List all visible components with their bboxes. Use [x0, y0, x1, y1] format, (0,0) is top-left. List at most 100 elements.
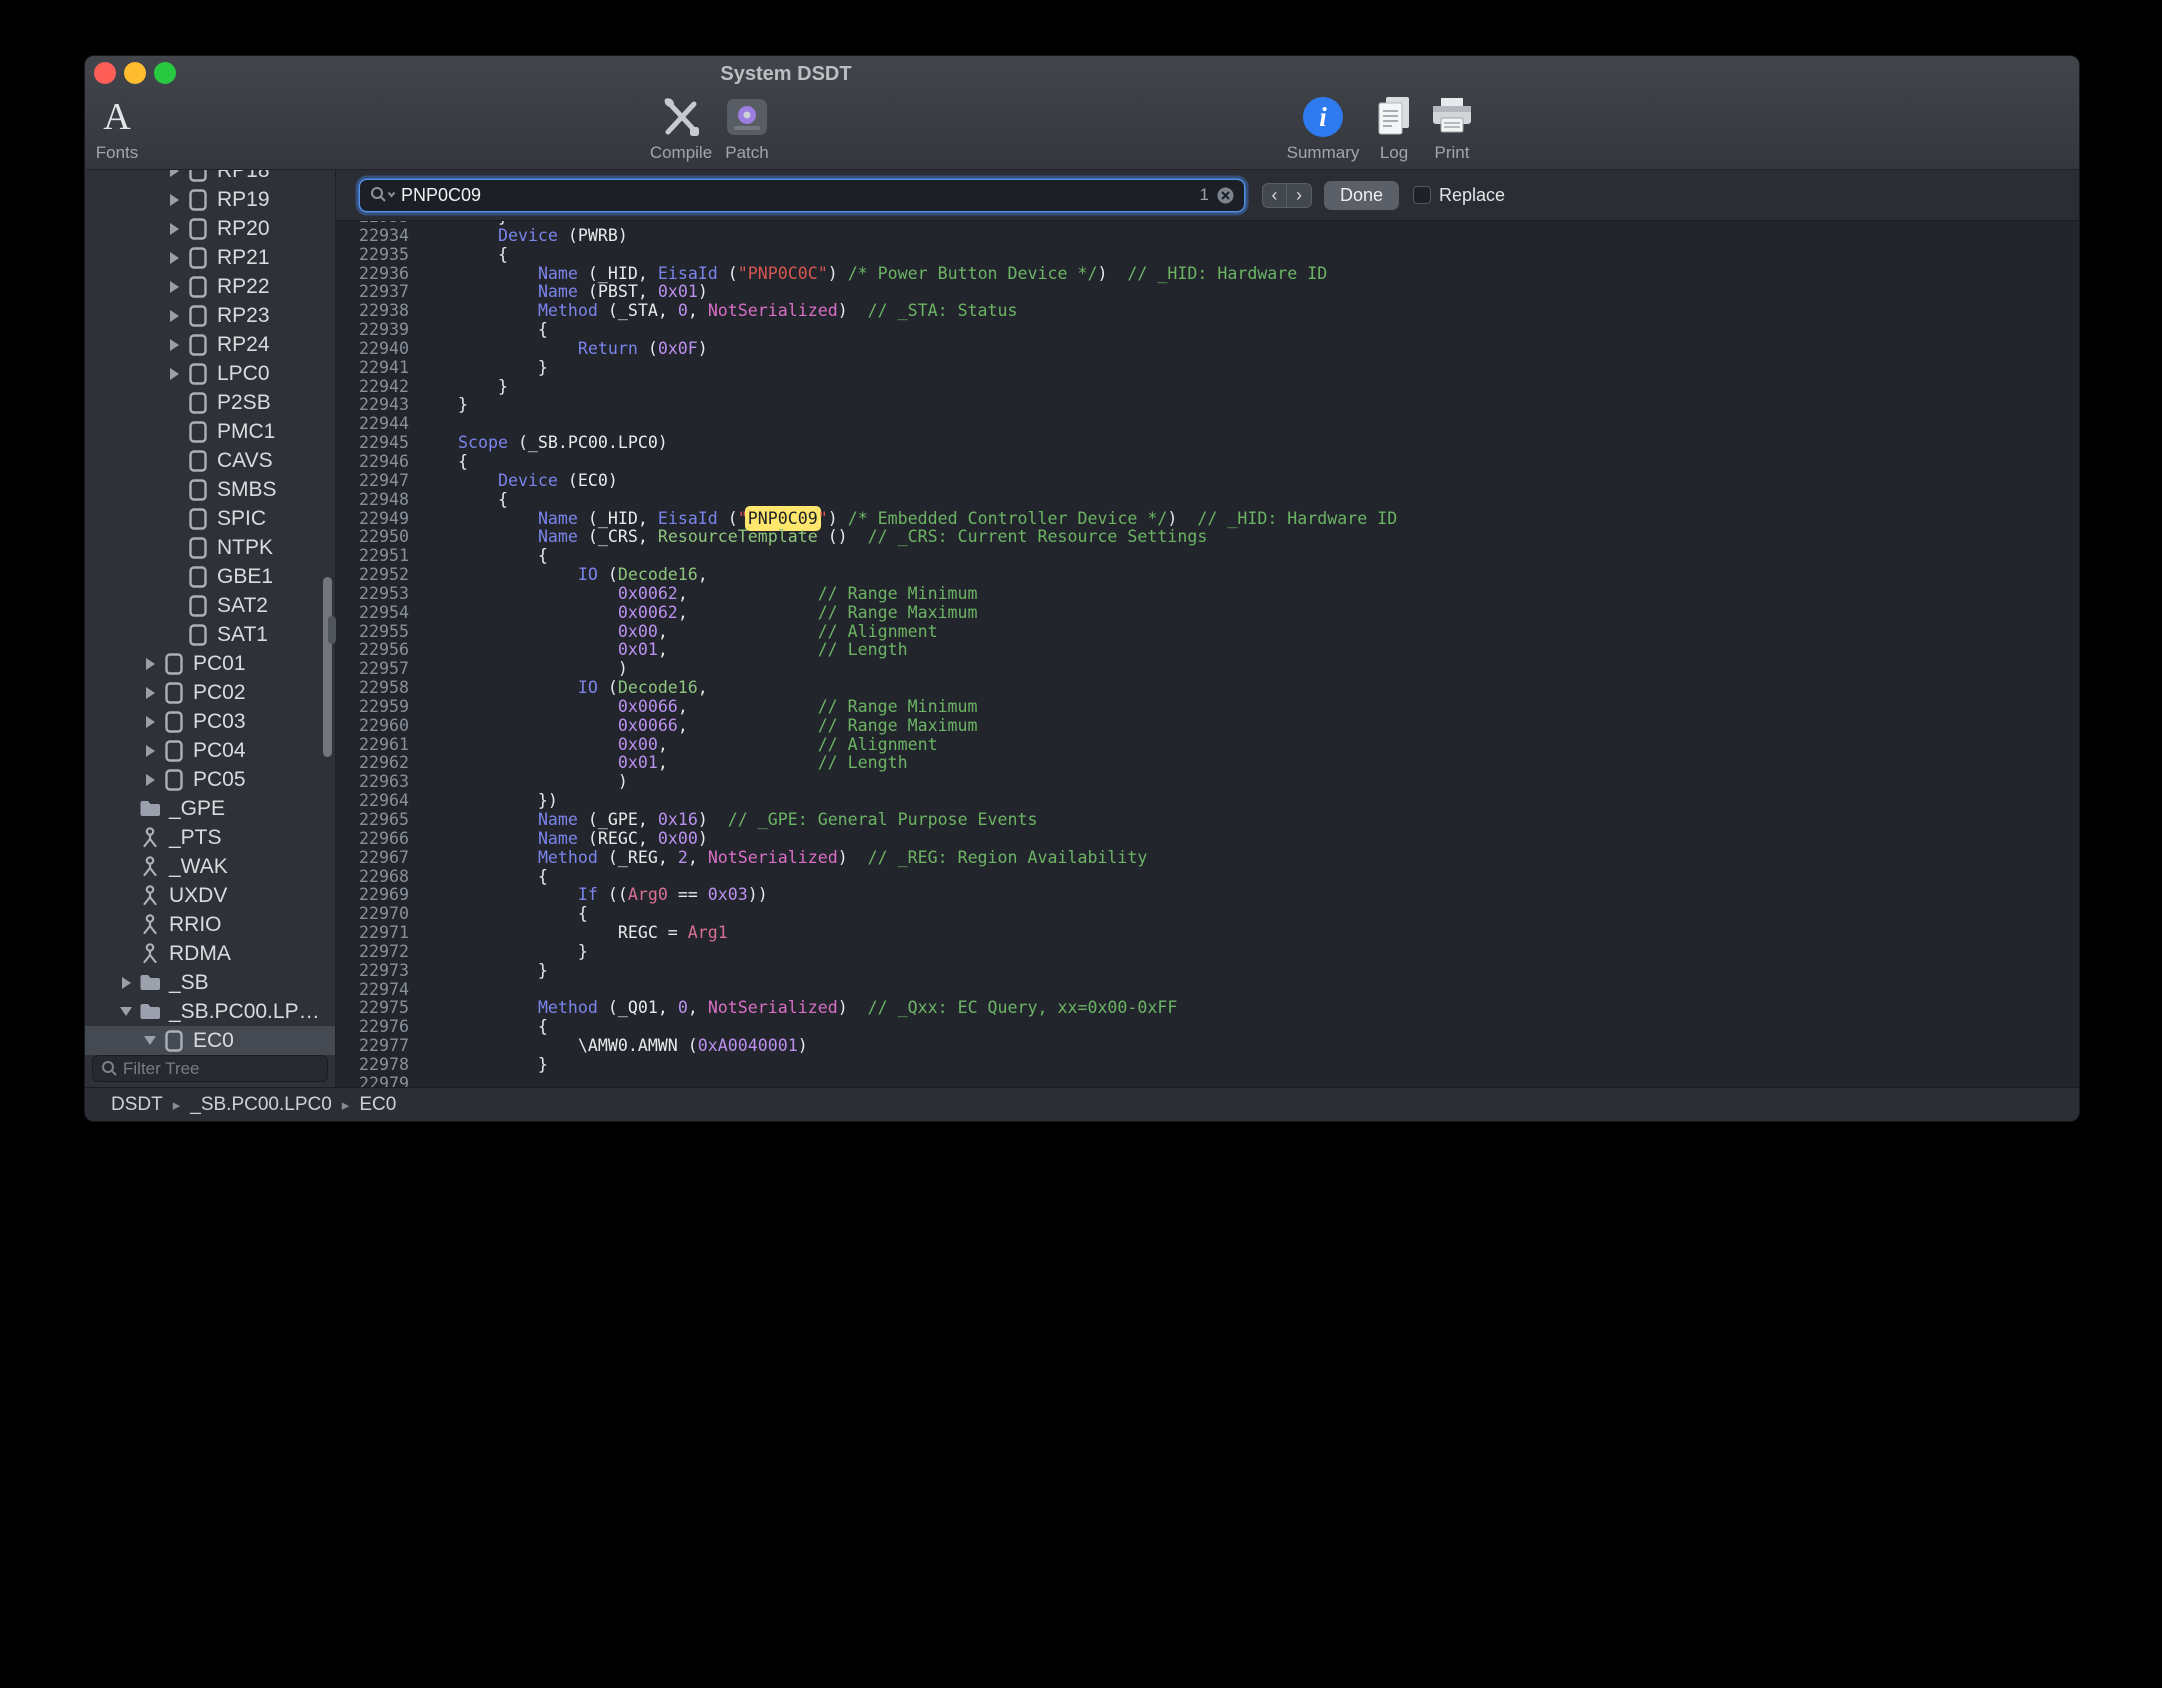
tree-item-RP19[interactable]: RP19: [85, 185, 335, 214]
disclosure-right-icon[interactable]: [139, 740, 161, 762]
tree-item-_PTS[interactable]: _PTS: [85, 823, 335, 852]
code-line: 22975 Method (_Q01, 0, NotSerialized) //…: [336, 999, 2079, 1018]
tree-item-_WAK[interactable]: _WAK: [85, 852, 335, 881]
disclosure-right-icon[interactable]: [163, 363, 185, 385]
minimize-button[interactable]: [124, 62, 146, 84]
tree-item-label: RP20: [217, 217, 270, 241]
disclosure-right-icon[interactable]: [163, 247, 185, 269]
line-number: 22961: [336, 736, 409, 755]
close-button[interactable]: [94, 62, 116, 84]
find-next-button[interactable]: ›: [1287, 183, 1312, 208]
disclosure-right-icon[interactable]: [139, 682, 161, 704]
tree-item-PC04[interactable]: PC04: [85, 736, 335, 765]
tree-item-_SB[interactable]: _SB: [85, 968, 335, 997]
code-text: [409, 981, 458, 1000]
code-line: 22973 }: [336, 962, 2079, 981]
code-editor[interactable]: 22933 }22934 Device (PWRB)22935 {22936 N…: [336, 221, 2079, 1087]
code-text: [409, 1075, 458, 1087]
search-menu-icon[interactable]: [369, 186, 396, 204]
code-line: 22976 {: [336, 1018, 2079, 1037]
tree-item-NTPK[interactable]: NTPK: [85, 533, 335, 562]
find-previous-button[interactable]: ‹: [1262, 183, 1287, 208]
disclosure-right-icon[interactable]: [163, 170, 185, 182]
tree-item-SAT2[interactable]: SAT2: [85, 591, 335, 620]
tree-item-PC05[interactable]: PC05: [85, 765, 335, 794]
tree-item-RP24[interactable]: RP24: [85, 330, 335, 359]
disclosure-right-icon[interactable]: [139, 711, 161, 733]
patch-button[interactable]: Patch: [715, 92, 779, 163]
window-title: System DSDT: [636, 56, 936, 92]
log-button[interactable]: Log: [1362, 92, 1426, 163]
disclosure-right-icon[interactable]: [139, 769, 161, 791]
tree-item-PC03[interactable]: PC03: [85, 707, 335, 736]
disclosure-spacer: [115, 798, 137, 820]
tree-item-RP21[interactable]: RP21: [85, 243, 335, 272]
code-text: {: [409, 491, 508, 510]
print-button[interactable]: Print: [1420, 92, 1484, 163]
tree-item-RRIO[interactable]: RRIO: [85, 910, 335, 939]
tree-item-label: P2SB: [217, 391, 271, 415]
replace-checkbox[interactable]: [1413, 186, 1431, 204]
disclosure-spacer: [163, 450, 185, 472]
disclosure-right-icon[interactable]: [139, 653, 161, 675]
clear-search-button[interactable]: [1216, 186, 1235, 205]
doc-icon: [185, 536, 211, 560]
disclosure-right-icon[interactable]: [163, 305, 185, 327]
tree-item-RP23[interactable]: RP23: [85, 301, 335, 330]
disclosure-spacer: [163, 566, 185, 588]
code-text: ): [409, 773, 628, 792]
tree-item-RP20[interactable]: RP20: [85, 214, 335, 243]
breadcrumb-item[interactable]: DSDT: [111, 1094, 163, 1116]
breadcrumb-item[interactable]: _SB.PC00.LPC0: [190, 1094, 332, 1116]
code-line: 22945Scope (_SB.PC00.LPC0): [336, 434, 2079, 453]
tree-item-label: CAVS: [217, 449, 273, 473]
doc-icon: [185, 275, 211, 299]
code-lines: 22933 }22934 Device (PWRB)22935 {22936 N…: [336, 221, 2079, 1087]
tree-item-RP22[interactable]: RP22: [85, 272, 335, 301]
method-icon: [137, 884, 163, 908]
doc-icon: [161, 768, 187, 792]
tree-item-PC01[interactable]: PC01: [85, 649, 335, 678]
code-text: Name (REGC, 0x00): [409, 830, 708, 849]
fonts-button[interactable]: AFonts: [85, 92, 149, 163]
filter-tree-input[interactable]: [92, 1055, 328, 1082]
disclosure-right-icon[interactable]: [115, 972, 137, 994]
tree-item-_GPE[interactable]: _GPE: [85, 794, 335, 823]
tree-item-UXDV[interactable]: UXDV: [85, 881, 335, 910]
disclosure-right-icon[interactable]: [163, 334, 185, 356]
method-icon: [137, 913, 163, 937]
sidebar-scrollbar[interactable]: [323, 577, 332, 757]
tree-item-GBE1[interactable]: GBE1: [85, 562, 335, 591]
tree-item-RDMA[interactable]: RDMA: [85, 939, 335, 968]
summary-button[interactable]: iSummary: [1291, 92, 1355, 163]
tree-item-SMBS[interactable]: SMBS: [85, 475, 335, 504]
tree-item-PMC1[interactable]: PMC1: [85, 417, 335, 446]
doc-icon: [161, 1029, 187, 1053]
tree-item-PC02[interactable]: PC02: [85, 678, 335, 707]
code-line: 22967 Method (_REG, 2, NotSerialized) //…: [336, 849, 2079, 868]
disclosure-right-icon[interactable]: [163, 189, 185, 211]
disclosure-right-icon[interactable]: [163, 276, 185, 298]
disclosure-down-icon[interactable]: [115, 1001, 137, 1023]
line-number: 22941: [336, 359, 409, 378]
tree-item-SAT1[interactable]: SAT1: [85, 620, 335, 649]
line-number: 22934: [336, 227, 409, 246]
disclosure-down-icon[interactable]: [139, 1030, 161, 1052]
compile-button[interactable]: Compile: [649, 92, 713, 163]
disclosure-right-icon[interactable]: [163, 218, 185, 240]
zoom-button[interactable]: [154, 62, 176, 84]
tree-item-RP18[interactable]: RP18: [85, 170, 335, 185]
breadcrumb-item[interactable]: EC0: [359, 1094, 396, 1116]
code-line: 22935 {: [336, 246, 2079, 265]
doc-icon: [185, 478, 211, 502]
tree-item-SPIC[interactable]: SPIC: [85, 504, 335, 533]
search-input[interactable]: [396, 185, 1200, 206]
tree-item-P2SB[interactable]: P2SB: [85, 388, 335, 417]
tree-item-_SB.PC00.LP…[interactable]: _SB.PC00.LP…: [85, 997, 335, 1026]
done-button[interactable]: Done: [1324, 181, 1399, 210]
pane-splitter-handle[interactable]: [328, 616, 336, 644]
tree-item-CAVS[interactable]: CAVS: [85, 446, 335, 475]
tree-item-EC0[interactable]: EC0: [85, 1026, 335, 1055]
search-field[interactable]: 1: [360, 180, 1244, 211]
tree-item-LPC0[interactable]: LPC0: [85, 359, 335, 388]
